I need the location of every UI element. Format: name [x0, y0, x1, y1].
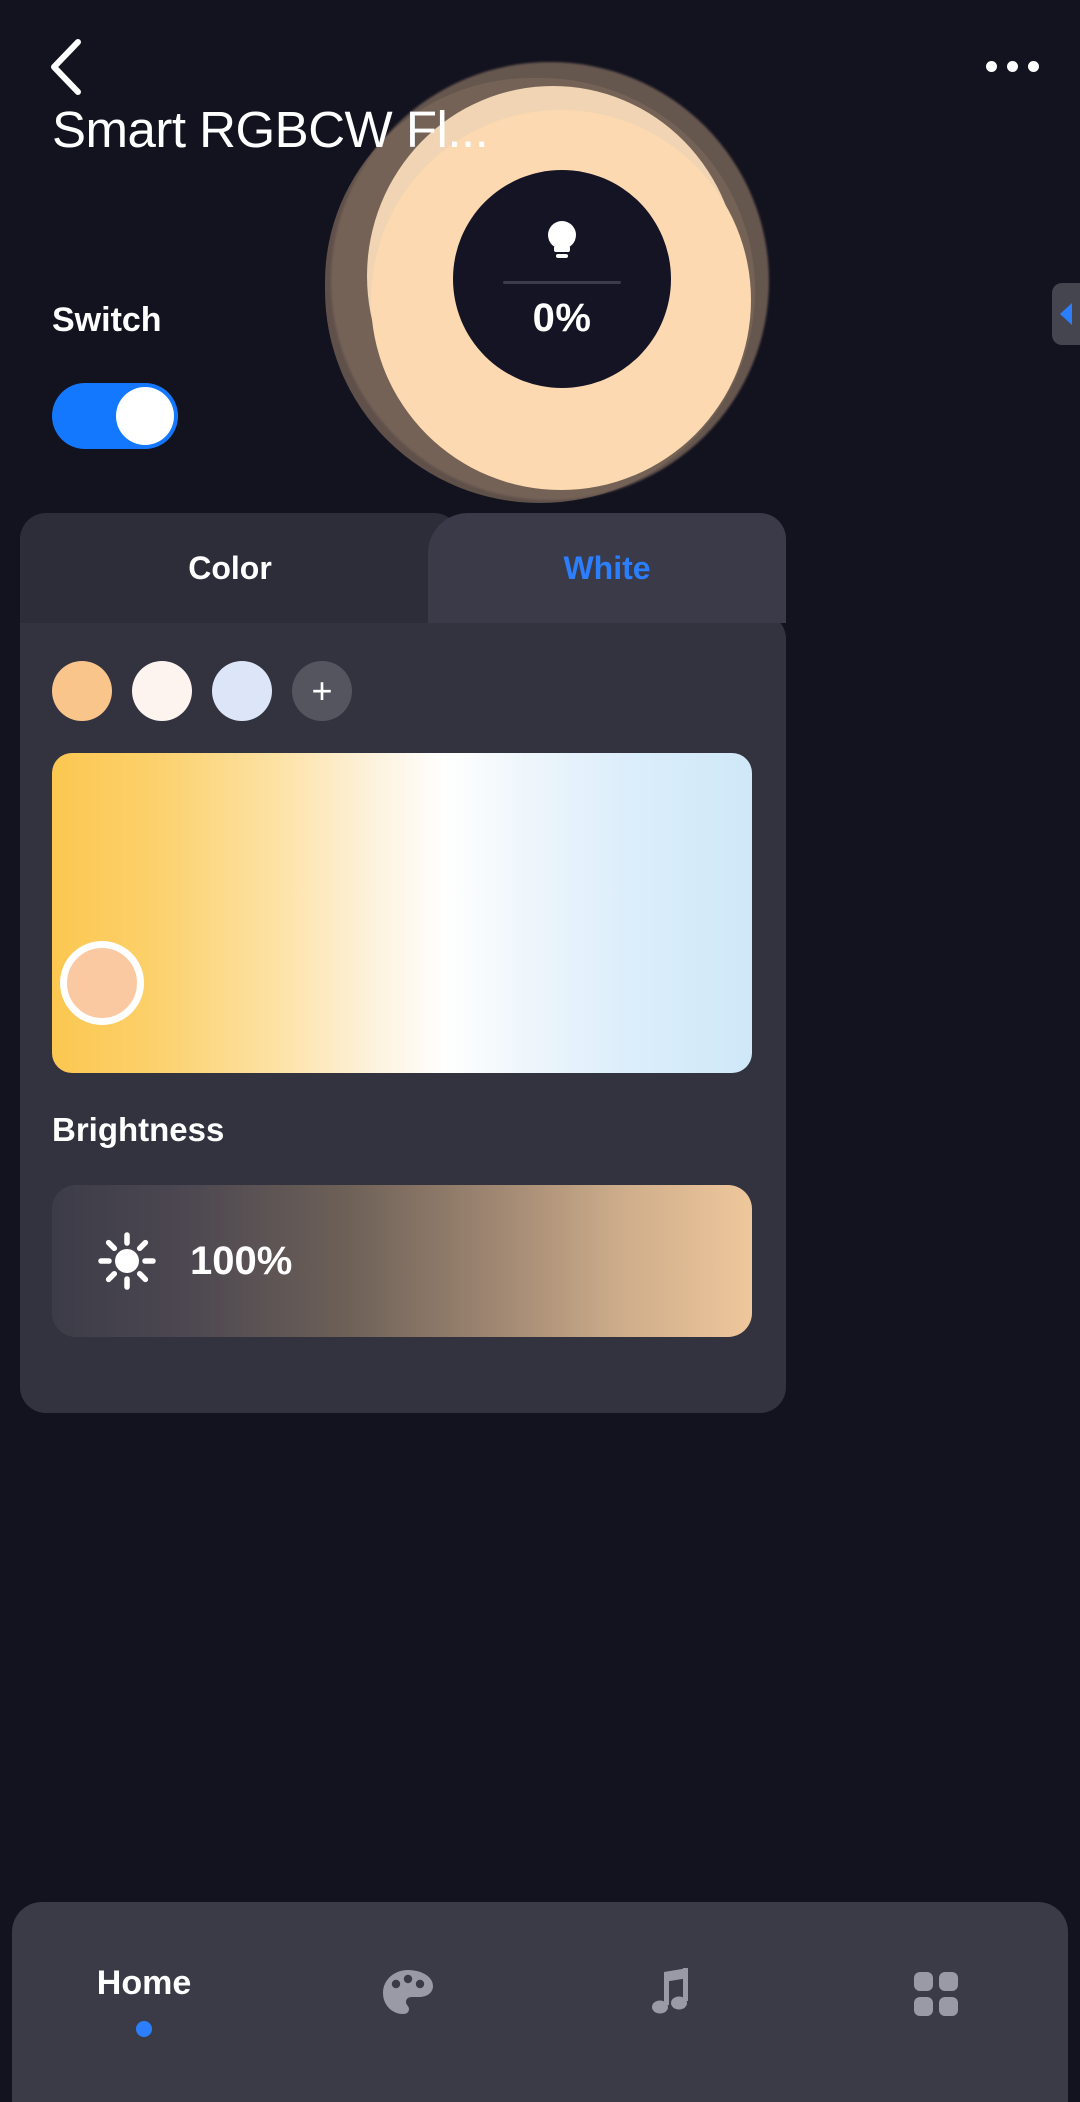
switch-label: Switch	[52, 301, 162, 339]
preset-swatch-row: +	[52, 661, 352, 721]
nav-home-label: Home	[96, 1964, 192, 2002]
device-control-screen: Smart RGBCW Fl... 0% Switch Color White …	[0, 0, 1080, 2102]
dial-core[interactable]: 0%	[453, 170, 671, 388]
palette-icon	[383, 1970, 433, 2014]
nav-item-music[interactable]	[540, 1902, 804, 2102]
app-header	[0, 0, 1080, 130]
side-drawer-handle[interactable]	[1052, 283, 1080, 345]
chevron-left-icon	[1060, 303, 1072, 325]
swatch-cool-white[interactable]	[212, 661, 272, 721]
power-toggle[interactable]	[52, 383, 178, 449]
light-bulb-icon	[548, 221, 576, 258]
bottom-navigation: Home	[12, 1902, 1068, 2102]
brightness-slider[interactable]: 100%	[52, 1185, 752, 1337]
music-note-icon	[652, 1968, 688, 2014]
nav-item-scenes[interactable]	[276, 1902, 540, 2102]
toggle-knob	[116, 387, 174, 445]
mode-tabs: Color White	[20, 513, 786, 623]
chevron-left-icon	[51, 39, 81, 95]
nav-item-home[interactable]: Home	[12, 1902, 276, 2102]
color-temperature-slider[interactable]	[52, 753, 752, 1073]
more-options-button[interactable]	[972, 34, 1052, 98]
color-temperature-handle[interactable]	[60, 941, 144, 1025]
nav-item-more[interactable]	[804, 1902, 1068, 2102]
grid-icon	[914, 1972, 958, 2016]
dial-percent-value: 0%	[532, 296, 592, 340]
sun-icon	[98, 1232, 156, 1290]
add-preset-button[interactable]: +	[292, 661, 352, 721]
brightness-label: Brightness	[52, 1111, 225, 1148]
more-dot-2	[1006, 60, 1018, 72]
dial-core-content: 0%	[453, 170, 671, 388]
tab-color-label[interactable]: Color	[20, 513, 440, 623]
white-mode-panel: + Brightness 100%	[20, 613, 786, 1413]
more-dot-1	[985, 60, 997, 72]
swatch-warm-white[interactable]	[132, 661, 192, 721]
more-dot-3	[1027, 60, 1039, 72]
brightness-value: 100%	[190, 1238, 293, 1283]
nav-active-indicator	[136, 2021, 152, 2037]
swatch-warm-peach[interactable]	[52, 661, 112, 721]
back-button[interactable]	[30, 32, 100, 102]
tab-white-label[interactable]: White	[428, 513, 786, 623]
dial-divider	[503, 281, 621, 284]
